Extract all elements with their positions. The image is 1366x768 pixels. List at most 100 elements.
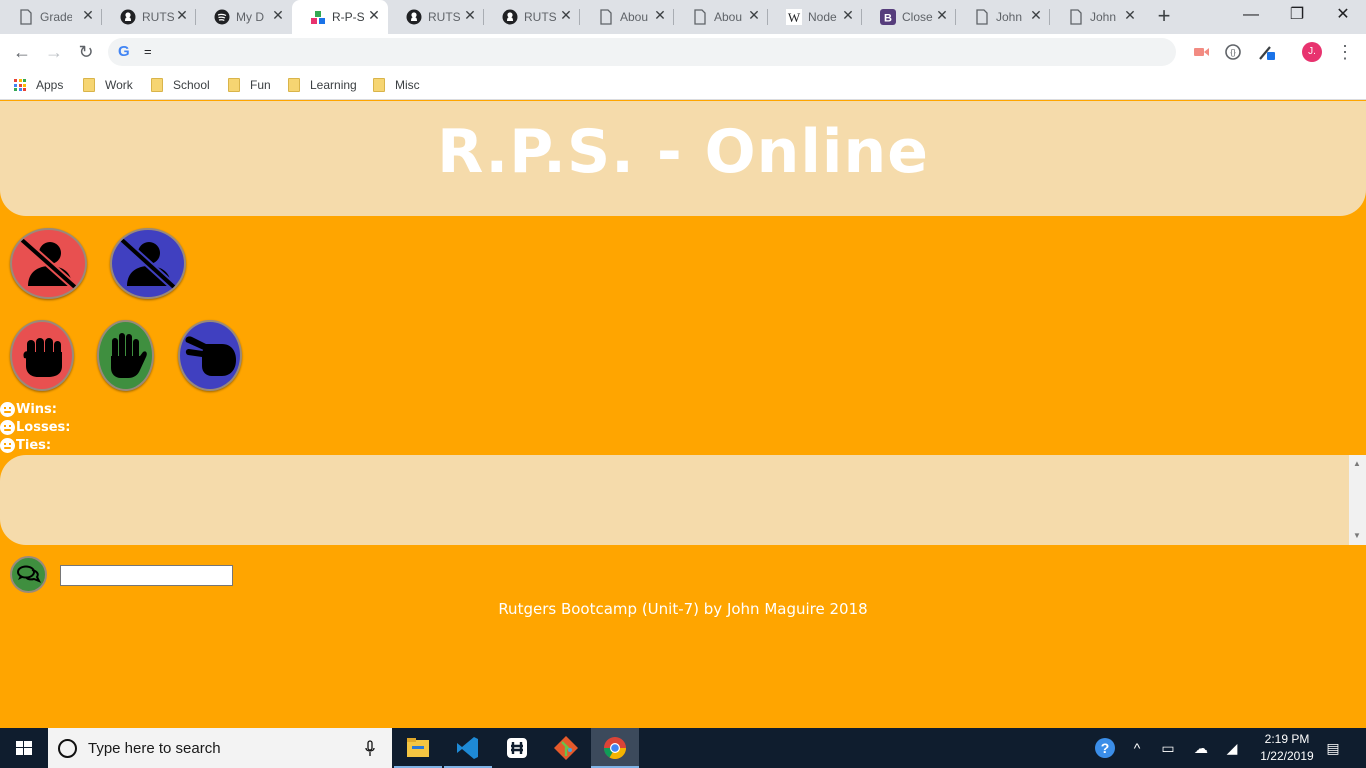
scissors-button[interactable]	[178, 320, 242, 391]
code-extension-icon[interactable]: {}	[1224, 43, 1242, 61]
microphone-icon[interactable]	[365, 740, 375, 757]
profile-avatar[interactable]: J.	[1302, 42, 1322, 62]
wifi-icon[interactable]: ◢	[1222, 738, 1242, 758]
windows-taskbar: Type here to search ? ^ ▭ ☁ ◢ 2:19 PM 1/…	[0, 728, 1366, 768]
close-tab-icon[interactable]: ✕	[366, 7, 382, 23]
apps-grid-icon	[14, 79, 26, 91]
chrome-app[interactable]	[591, 728, 639, 768]
tab-label: Grade	[40, 10, 72, 24]
close-tab-icon[interactable]: ✕	[462, 7, 478, 23]
close-tab-icon[interactable]: ✕	[1028, 7, 1044, 23]
vscode-app[interactable]	[444, 728, 492, 768]
address-bar[interactable]: G =	[108, 38, 1176, 66]
browser-tab[interactable]: RUTS ✕	[102, 0, 196, 34]
blocks-icon	[310, 9, 326, 25]
close-tab-icon[interactable]: ✕	[746, 7, 762, 23]
notifications-icon[interactable]: ▤	[1323, 738, 1343, 758]
browser-tab-active[interactable]: R-P-S ✕	[292, 0, 388, 34]
paper-button[interactable]	[97, 320, 154, 391]
windows-start-icon[interactable]	[0, 728, 48, 768]
tab-label: Abou	[714, 10, 743, 24]
document-icon	[692, 9, 708, 25]
file-explorer-icon	[407, 738, 429, 757]
browser-tab[interactable]: John ✕	[1050, 0, 1144, 34]
bookmark-work[interactable]: Work	[83, 77, 133, 93]
chat-input[interactable]	[60, 565, 233, 586]
tab-label: RUTS	[142, 10, 174, 24]
browser-tab[interactable]: John ✕	[956, 0, 1050, 34]
github-icon	[406, 9, 422, 25]
ties-label: Ties:	[16, 437, 52, 453]
tab-label: RUTS	[428, 10, 460, 24]
folder-icon	[83, 78, 95, 92]
eyedropper-extension-icon[interactable]	[1258, 43, 1276, 61]
reload-button[interactable]: ↻	[74, 40, 98, 64]
new-tab-button[interactable]: +	[1152, 5, 1176, 28]
scroll-up-arrow-icon[interactable]: ▲	[1353, 459, 1361, 468]
cortana-icon	[58, 739, 77, 758]
bookmark-school[interactable]: School	[151, 77, 210, 93]
bookmark-fun[interactable]: Fun	[228, 77, 271, 93]
minimize-button[interactable]: —	[1228, 0, 1274, 32]
browser-tab[interactable]: My D ✕	[196, 0, 292, 34]
close-tab-icon[interactable]: ✕	[558, 7, 574, 23]
close-tab-icon[interactable]: ✕	[270, 7, 286, 23]
maximize-button[interactable]: ❐	[1274, 0, 1320, 32]
scroll-down-arrow-icon[interactable]: ▼	[1353, 531, 1361, 540]
bookmark-label: School	[173, 78, 210, 92]
browser-tab[interactable]: Abou ✕	[674, 0, 768, 34]
close-tab-icon[interactable]: ✕	[934, 7, 950, 23]
user-slash-icon	[19, 237, 79, 291]
chat-send-button[interactable]	[10, 556, 47, 593]
close-tab-icon[interactable]: ✕	[80, 7, 96, 23]
taskbar-search-placeholder: Type here to search	[88, 740, 221, 757]
chevron-up-icon[interactable]: ^	[1127, 738, 1147, 758]
cast-extension-icon[interactable]	[1192, 43, 1210, 61]
battery-icon[interactable]: ▭	[1158, 738, 1178, 758]
browser-tab[interactable]: RUTS ✕	[484, 0, 580, 34]
wins-stat: Wins:	[0, 401, 57, 417]
back-button[interactable]: ←	[10, 40, 34, 64]
smile-icon	[0, 401, 15, 417]
bootstrap-icon: B	[880, 9, 896, 25]
vscode-icon	[457, 737, 478, 759]
clock-date[interactable]: 1/22/2019	[1255, 749, 1319, 763]
slack-app[interactable]	[493, 728, 541, 768]
folder-icon	[373, 78, 385, 92]
taskbar-search[interactable]: Type here to search	[48, 728, 392, 768]
bookmark-learning[interactable]: Learning	[288, 77, 357, 93]
rock-button[interactable]	[10, 320, 74, 391]
losses-label: Losses:	[16, 419, 71, 435]
chat-scrollbar[interactable]: ▲ ▼	[1349, 455, 1366, 545]
losses-stat: Losses:	[0, 419, 70, 435]
svg-text:B: B	[884, 13, 892, 25]
close-tab-icon[interactable]: ✕	[840, 7, 856, 23]
browser-menu-button[interactable]: ⋮	[1336, 40, 1354, 64]
neutral-face-icon	[0, 437, 15, 453]
bookmark-misc[interactable]: Misc	[373, 77, 420, 93]
bookmark-apps[interactable]: Apps	[14, 77, 63, 93]
onedrive-icon[interactable]: ☁	[1191, 738, 1211, 758]
forward-button[interactable]: →	[42, 40, 66, 64]
svg-text:W: W	[788, 10, 801, 25]
tab-label: Abou	[620, 10, 649, 24]
chat-log[interactable]	[0, 455, 1349, 545]
close-tab-icon[interactable]: ✕	[1122, 7, 1138, 23]
folder-icon	[288, 78, 300, 92]
git-app[interactable]	[542, 728, 590, 768]
close-window-button[interactable]: ✕	[1320, 0, 1366, 32]
browser-toolbar: ← → ↻ G = {} J. ⋮	[0, 34, 1366, 70]
address-bar-text[interactable]: =	[144, 44, 152, 59]
browser-tab[interactable]: W Node ✕	[768, 0, 862, 34]
browser-tab[interactable]: B Close ✕	[862, 0, 956, 34]
close-tab-icon[interactable]: ✕	[174, 7, 190, 23]
file-explorer-app[interactable]	[394, 728, 442, 768]
browser-tab[interactable]: Grade ✕	[0, 0, 102, 34]
browser-tab[interactable]: RUTS ✕	[388, 0, 484, 34]
close-tab-icon[interactable]: ✕	[652, 7, 668, 23]
browser-tab[interactable]: Abou ✕	[580, 0, 674, 34]
clock-time[interactable]: 2:19 PM	[1255, 732, 1319, 746]
github-icon	[502, 9, 518, 25]
scissors-hand-icon	[185, 336, 236, 376]
help-icon[interactable]: ?	[1095, 738, 1115, 758]
